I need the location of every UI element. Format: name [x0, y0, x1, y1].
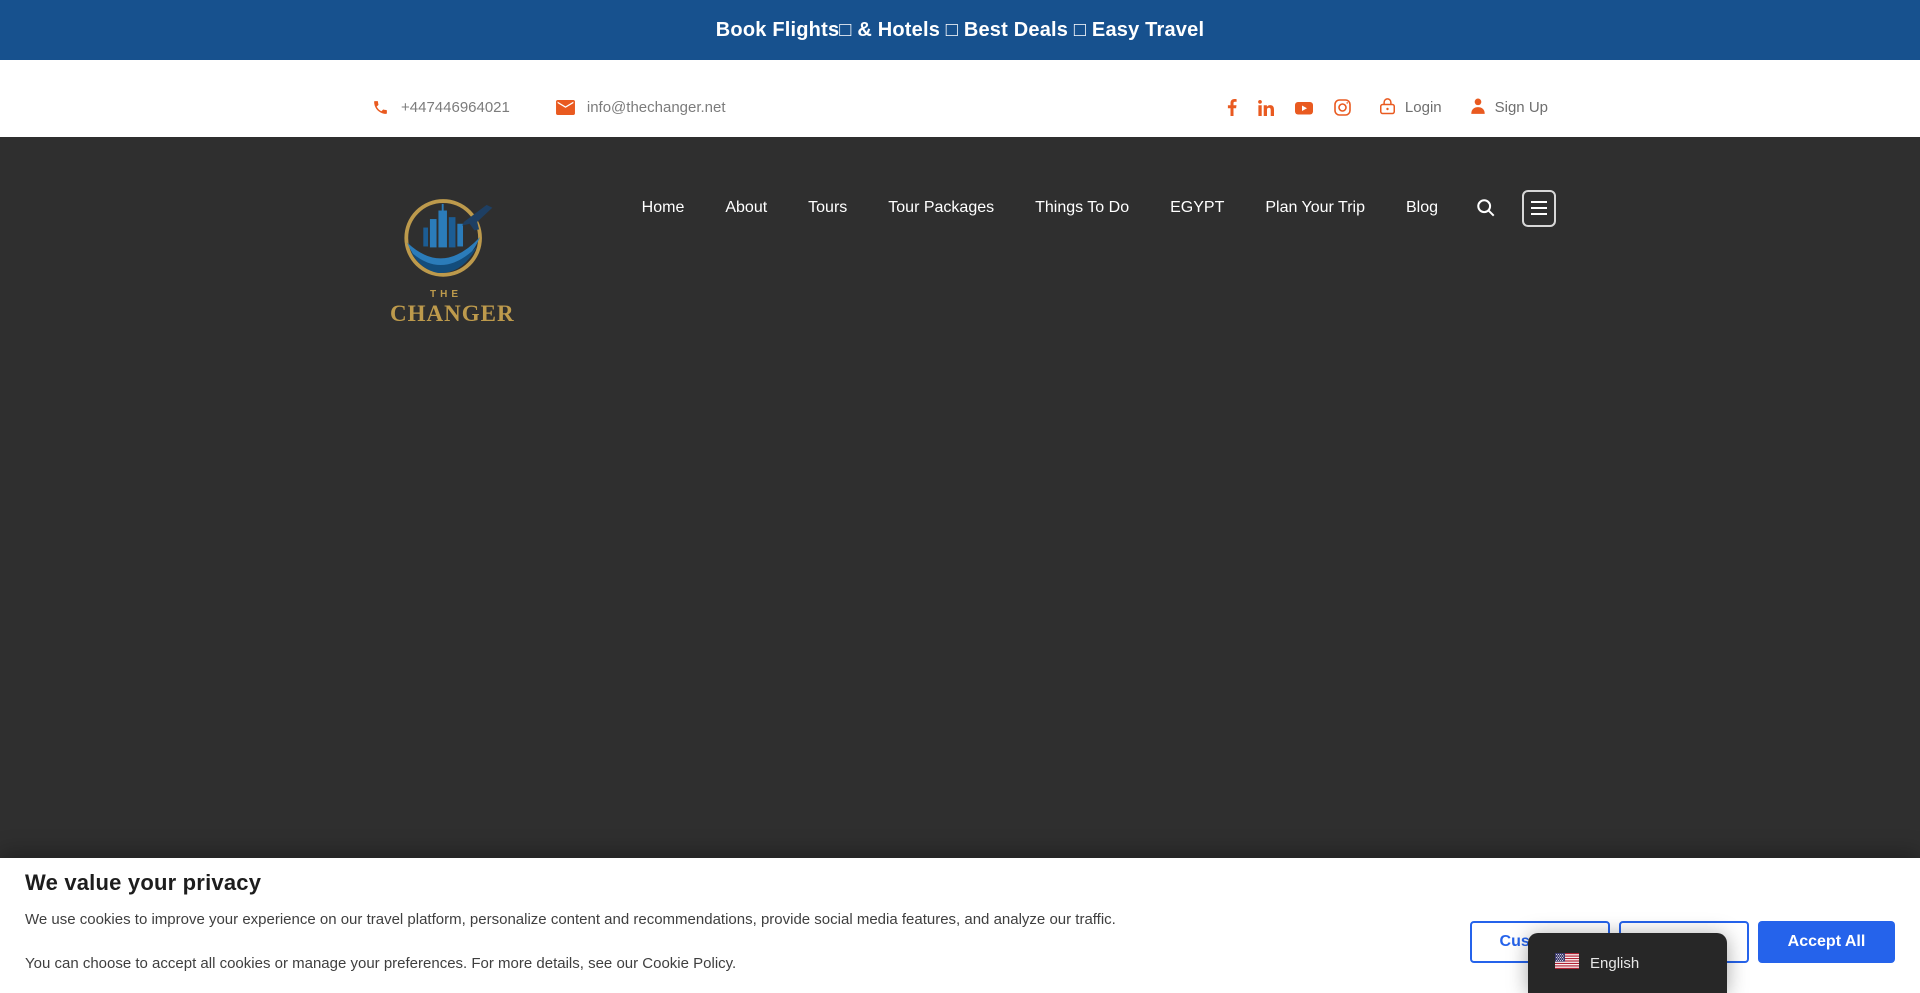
- announcement-banner: Book Flights□ & Hotels □ Best Deals □ Ea…: [0, 0, 1920, 60]
- cookie-description: We use cookies to improve your experienc…: [25, 911, 1116, 928]
- main-navigation: THE CHANGER Home About Tours Tour Packag…: [372, 137, 1556, 326]
- lock-icon: [1379, 97, 1396, 119]
- site-logo[interactable]: THE CHANGER: [390, 193, 515, 327]
- email-link[interactable]: info@thechanger.net: [555, 99, 726, 116]
- linkedin-icon[interactable]: [1258, 99, 1274, 116]
- topbar-right: Login Sign Up: [1227, 97, 1548, 119]
- social-links: [1227, 99, 1351, 116]
- youtube-icon[interactable]: [1294, 101, 1313, 115]
- nav-item-home[interactable]: Home: [642, 199, 685, 217]
- facebook-icon[interactable]: [1227, 99, 1237, 116]
- nav-menu: Home About Tours Tour Packages Things To…: [642, 187, 1556, 229]
- nav-item-plan-your-trip[interactable]: Plan Your Trip: [1265, 199, 1365, 217]
- logo-text-the: THE: [430, 289, 462, 300]
- cookie-policy-text: You can choose to accept all cookies or …: [25, 955, 737, 972]
- nav-item-tours[interactable]: Tours: [808, 199, 847, 217]
- signup-button[interactable]: Sign Up: [1470, 97, 1548, 118]
- phone-icon: [372, 99, 389, 116]
- mail-icon: [555, 100, 575, 115]
- top-utility-bar: +447446964021 info@thechanger.net Login …: [0, 60, 1920, 137]
- logo-text-changer: CHANGER: [390, 301, 515, 326]
- announcement-text: Book Flights□ & Hotels □ Best Deals □ Ea…: [715, 18, 1205, 41]
- login-label: Login: [1404, 99, 1442, 116]
- nav-item-egypt[interactable]: EGYPT: [1170, 199, 1224, 217]
- language-selector[interactable]: English: [1528, 933, 1727, 993]
- nav-item-about[interactable]: About: [725, 199, 767, 217]
- accept-all-button[interactable]: Accept All: [1758, 921, 1895, 963]
- signup-label: Sign Up: [1494, 99, 1548, 116]
- phone-number: +447446964021: [401, 99, 510, 116]
- us-flag-icon: [1555, 952, 1579, 974]
- nav-item-blog[interactable]: Blog: [1406, 199, 1438, 217]
- login-button[interactable]: Login: [1379, 97, 1442, 119]
- cookie-title: We value your privacy: [25, 870, 262, 895]
- contact-info: +447446964021 info@thechanger.net: [372, 99, 726, 116]
- hamburger-menu-button[interactable]: [1522, 189, 1556, 227]
- email-address: info@thechanger.net: [586, 99, 726, 116]
- phone-link[interactable]: +447446964021: [372, 99, 510, 116]
- nav-item-tour-packages[interactable]: Tour Packages: [888, 199, 994, 217]
- language-label: English: [1590, 954, 1640, 972]
- nav-item-things-to-do[interactable]: Things To Do: [1035, 199, 1129, 217]
- search-icon[interactable]: [1476, 198, 1496, 218]
- user-icon: [1470, 97, 1486, 118]
- logo-emblem-icon: [394, 199, 498, 285]
- instagram-icon[interactable]: [1334, 99, 1351, 116]
